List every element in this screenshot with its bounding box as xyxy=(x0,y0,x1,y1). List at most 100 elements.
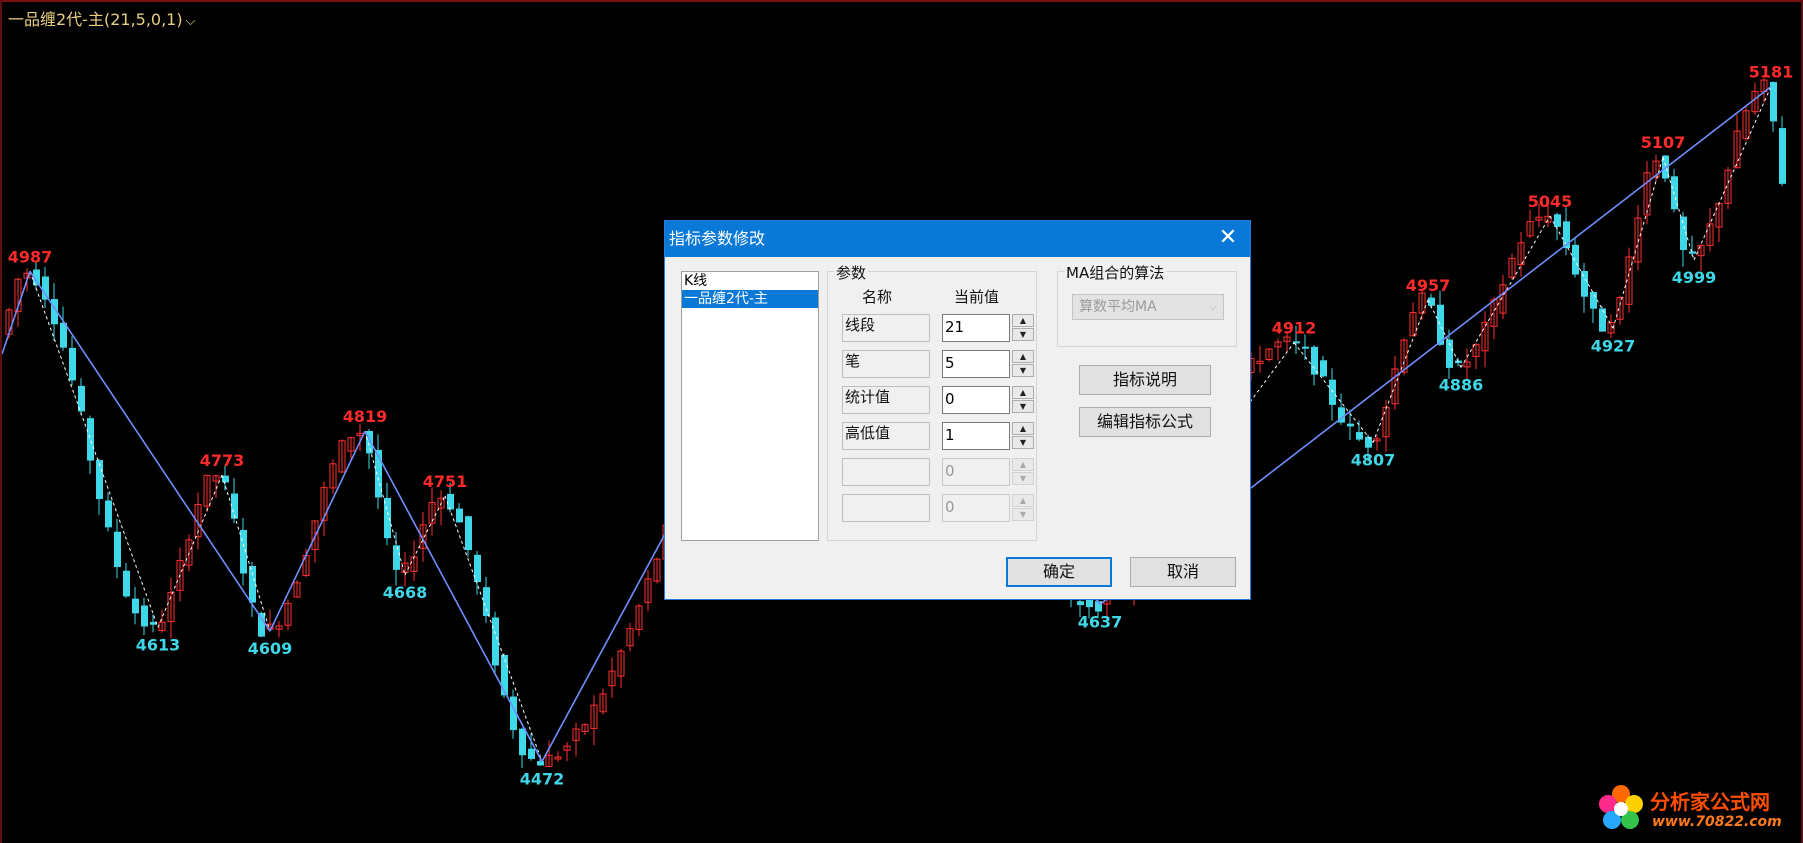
stroke-line xyxy=(1693,86,1772,261)
param-1-spinner[interactable]: ▲ ▼ xyxy=(1012,314,1034,342)
peak-high-label: 4751 xyxy=(423,472,468,491)
indicator-title-text: 一品缠2代-主(21,5,0,1) xyxy=(8,10,183,29)
peak-high-label: 5045 xyxy=(1528,192,1573,211)
ok-button[interactable]: 确定 xyxy=(1006,557,1112,587)
cancel-button[interactable]: 取消 xyxy=(1130,557,1236,587)
candle-body-bear xyxy=(393,545,400,570)
spin-down-icon[interactable]: ▼ xyxy=(1012,328,1034,341)
candle-body-bear xyxy=(42,276,49,300)
chevron-down-icon[interactable]: ⌵ xyxy=(186,14,196,29)
spin-down-icon[interactable]: ▼ xyxy=(1012,364,1034,377)
ma-group-label: MA组合的算法 xyxy=(1064,262,1167,283)
candle-body-bear xyxy=(258,612,265,637)
param-value-3-input[interactable]: 0 xyxy=(942,386,1010,414)
param-name-4: 高低值 xyxy=(842,422,930,450)
param-5-spinner: ▲ ▼ xyxy=(1012,458,1034,486)
peak-low-label: 4999 xyxy=(1672,268,1717,287)
params-group-label: 参数 xyxy=(834,262,869,283)
peak-high-label: 4987 xyxy=(8,247,53,266)
candle-body-bear xyxy=(1554,214,1561,227)
edit-formula-button[interactable]: 编辑指标公式 xyxy=(1079,407,1211,437)
candle-body-bear xyxy=(474,554,481,583)
peak-low-label: 4807 xyxy=(1351,451,1396,470)
indicator-title[interactable]: 一品缠2代-主(21,5,0,1) ⌵ xyxy=(8,6,195,30)
peak-high-label: 4819 xyxy=(343,407,388,426)
ma-algorithm-group: MA组合的算法 算数平均MA ⌵ xyxy=(1057,262,1237,347)
peak-high-label: 5107 xyxy=(1641,133,1686,152)
header-name: 名称 xyxy=(862,288,893,306)
candle-body-bear xyxy=(114,531,121,568)
param-value-2-input[interactable]: 5 xyxy=(942,350,1010,378)
param-value-1-input[interactable]: 21 xyxy=(942,314,1010,342)
param-name-5 xyxy=(842,458,930,486)
candle-body-bear xyxy=(1770,81,1777,122)
spin-down-icon[interactable]: ▼ xyxy=(1012,436,1034,449)
spin-up-icon[interactable]: ▲ xyxy=(1012,386,1034,399)
peak-low-label: 4613 xyxy=(136,635,181,654)
dialog-title-bar[interactable]: 指标参数修改 ✕ xyxy=(665,221,1250,257)
spin-down-icon: ▼ xyxy=(1012,472,1034,485)
peak-low-label: 4637 xyxy=(1078,612,1123,631)
candle-body-bear xyxy=(483,587,490,617)
candle-body-bear xyxy=(1590,292,1597,309)
candle-body-bear xyxy=(132,598,139,614)
candle-body-bear xyxy=(456,508,463,523)
segment-line xyxy=(269,430,366,632)
peak-low-label: 4472 xyxy=(520,769,565,788)
spin-up-icon[interactable]: ▲ xyxy=(1012,314,1034,327)
list-item-kline[interactable]: K线 xyxy=(682,272,818,290)
param-2-spinner[interactable]: ▲ ▼ xyxy=(1012,350,1034,378)
candle-body-bear xyxy=(492,617,499,666)
candle-body-bear xyxy=(1581,271,1588,297)
candle-body-bear xyxy=(1347,423,1354,427)
watermark-title: 分析家公式网 xyxy=(1650,790,1770,814)
candle-body-bear xyxy=(528,748,535,759)
close-icon[interactable]: ✕ xyxy=(1206,221,1250,257)
ma-select-value: 算数平均MA xyxy=(1079,299,1157,315)
flower-logo-icon xyxy=(1599,785,1643,829)
peak-low-label: 4886 xyxy=(1439,375,1484,394)
candle-body-bear xyxy=(501,655,508,696)
params-group: 参数 名称 当前值 线段 21 ▲ ▼ 笔 5 ▲ ▼ 统计值 0 ▲ ▼ 高低值 1… xyxy=(827,262,1037,541)
candle-body-bear xyxy=(87,418,94,461)
indicator-description-button[interactable]: 指标说明 xyxy=(1079,365,1211,395)
candle-body-bear xyxy=(537,761,544,766)
indicator-list[interactable]: K线 一品缠2代-主 xyxy=(681,271,819,541)
candle-body-bear xyxy=(1311,346,1318,375)
candle-body-bear xyxy=(249,565,256,603)
param-3-spinner[interactable]: ▲ ▼ xyxy=(1012,386,1034,414)
candle-body-bear xyxy=(222,475,229,483)
candle-body-bear xyxy=(465,516,472,551)
header-current-value: 当前值 xyxy=(954,288,1000,306)
param-value-4-input[interactable]: 1 xyxy=(942,422,1010,450)
candle-body-bear xyxy=(1779,128,1786,184)
candle-body-bear xyxy=(1356,432,1363,440)
param-value-6-input: 0 xyxy=(942,494,1010,522)
candle-body-bear xyxy=(1320,360,1327,377)
candle-body-bear xyxy=(1365,436,1372,448)
param-name-6 xyxy=(842,494,930,522)
param-6-spinner: ▲ ▼ xyxy=(1012,494,1034,522)
param-value-5-input: 0 xyxy=(942,458,1010,486)
candle-body-bear xyxy=(447,493,454,510)
candle-body-bear xyxy=(1599,308,1606,332)
indicator-params-dialog: 指标参数修改 ✕ K线 一品缠2代-主 参数 名称 当前值 线段 21 ▲ ▼ 笔… xyxy=(664,220,1251,600)
param-4-spinner[interactable]: ▲ ▼ xyxy=(1012,422,1034,450)
peak-high-label: 4957 xyxy=(1406,276,1451,295)
candle-body-bear xyxy=(384,498,391,539)
spin-down-icon[interactable]: ▼ xyxy=(1012,400,1034,413)
spin-up-icon: ▲ xyxy=(1012,458,1034,471)
list-item-yipinchan[interactable]: 一品缠2代-主 xyxy=(682,290,818,308)
spin-up-icon[interactable]: ▲ xyxy=(1012,422,1034,435)
param-name-1: 线段 xyxy=(842,314,930,342)
left-border xyxy=(0,0,2,843)
spin-up-icon: ▲ xyxy=(1012,494,1034,507)
candle-body-bear xyxy=(69,347,76,381)
top-border xyxy=(0,0,1803,2)
ma-algorithm-select: 算数平均MA ⌵ xyxy=(1072,294,1224,320)
spin-up-icon[interactable]: ▲ xyxy=(1012,350,1034,363)
site-watermark: 分析家公式网 www.70822.com xyxy=(1594,782,1794,834)
peak-high-label: 4773 xyxy=(200,451,245,470)
param-name-3: 统计值 xyxy=(842,386,930,414)
stroke-line xyxy=(157,474,223,628)
